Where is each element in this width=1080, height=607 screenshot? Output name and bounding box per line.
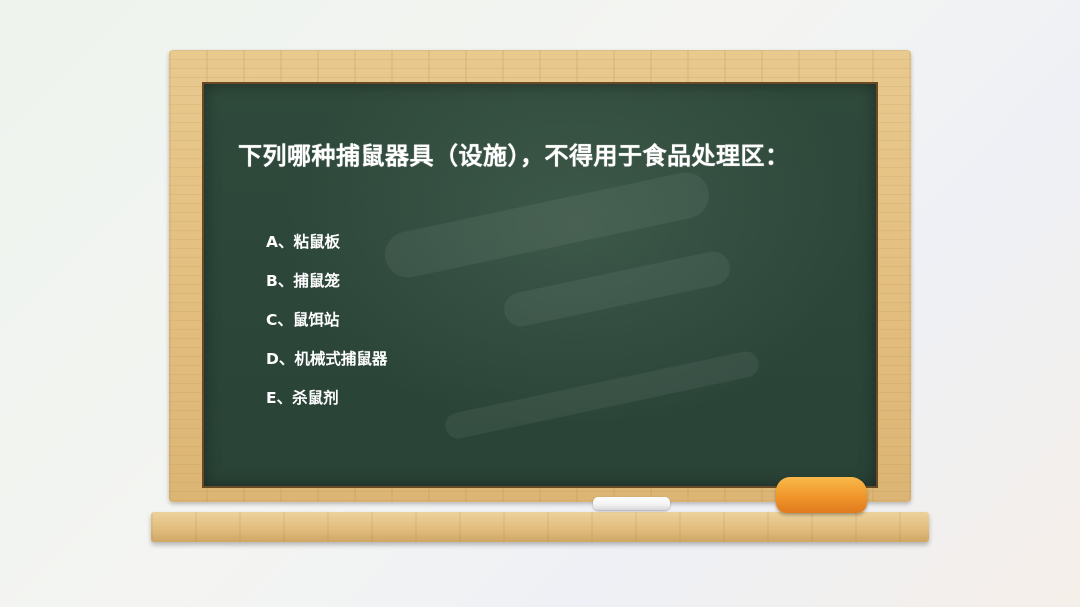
option-e[interactable]: E、杀鼠剂 [266,385,387,424]
chalk-ledge [151,512,929,542]
option-a[interactable]: A、粘鼠板 [266,229,387,268]
chalk-smudge [500,248,734,330]
chalk-smudge [442,349,762,441]
option-b[interactable]: B、捕鼠笼 [266,268,387,307]
option-d[interactable]: D、机械式捕鼠器 [266,346,387,385]
eraser [776,477,867,513]
question-title: 下列哪种捕鼠器具（设施），不得用于食品处理区： [238,142,790,170]
option-c[interactable]: C、鼠饵站 [266,307,387,346]
option-list: A、粘鼠板 B、捕鼠笼 C、鼠饵站 D、机械式捕鼠器 E、杀鼠剂 [266,229,387,424]
chalk-stick [593,497,670,510]
